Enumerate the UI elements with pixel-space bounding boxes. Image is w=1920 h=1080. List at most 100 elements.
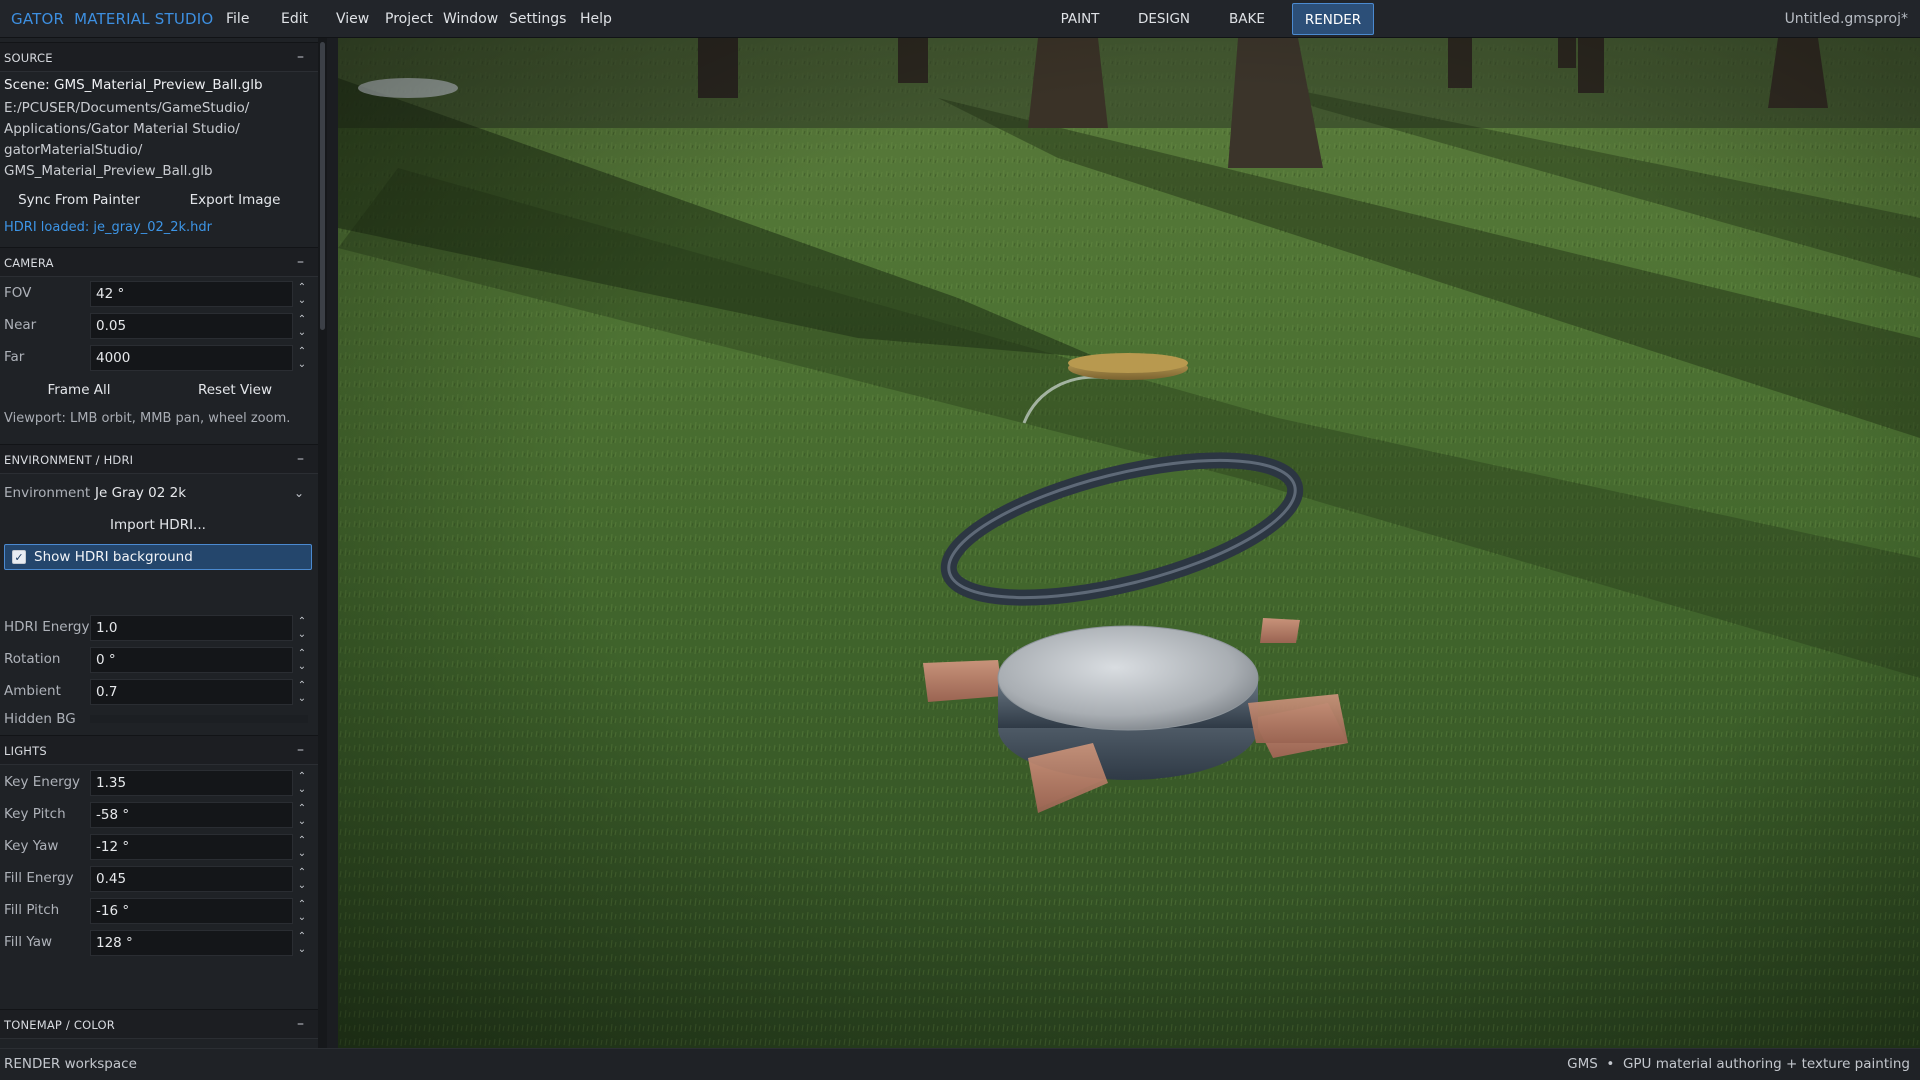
menu-view[interactable]: View (336, 0, 369, 38)
checkmark-icon[interactable]: ✓ (12, 550, 26, 564)
chevron-down-icon[interactable]: ⌄ (296, 692, 308, 705)
key-yaw-field[interactable] (90, 834, 293, 860)
hdri-status: HDRI loaded: je_gray_02_2k.hdr (4, 220, 213, 235)
viewport-render-image (338, 38, 1920, 1048)
chevron-up-icon[interactable]: ⌃ (296, 866, 308, 879)
lights-section-header[interactable]: LIGHTS – (0, 735, 318, 765)
collapse-icon[interactable]: – (297, 248, 304, 276)
rotation-spinner[interactable]: ⌃ ⌄ (296, 647, 308, 673)
export-image-button[interactable]: Export Image (160, 187, 310, 213)
environment-section-header[interactable]: ENVIRONMENT / HDRI – (0, 444, 318, 474)
key-pitch-field[interactable] (90, 802, 293, 828)
collapse-icon[interactable]: – (297, 43, 304, 71)
chevron-up-icon[interactable]: ⌃ (296, 898, 308, 911)
menu-window[interactable]: Window (443, 0, 498, 38)
render-viewport[interactable] (338, 38, 1920, 1048)
ambient-spinner[interactable]: ⌃ ⌄ (296, 679, 308, 705)
chevron-down-icon[interactable]: ⌄ (296, 847, 308, 860)
chevron-down-icon[interactable]: ⌄ (296, 943, 308, 956)
chevron-down-icon[interactable]: ⌄ (296, 783, 308, 796)
panel-scrollbar[interactable] (318, 38, 327, 1048)
chevron-down-icon: ⌄ (293, 486, 304, 500)
chevron-up-icon[interactable]: ⌃ (296, 615, 308, 628)
near-label: Near (4, 317, 37, 333)
camera-section-header[interactable]: CAMERA – (0, 247, 318, 277)
environment-dropdown[interactable]: Je Gray 02 2k ⌄ (90, 480, 308, 506)
frame-all-button[interactable]: Frame All (4, 377, 154, 403)
key-energy-spinner[interactable]: ⌃ ⌄ (296, 770, 308, 796)
chevron-down-icon[interactable]: ⌄ (296, 815, 308, 828)
reset-view-button[interactable]: Reset View (160, 377, 310, 403)
status-separator: • (1606, 1056, 1615, 1072)
tab-bake[interactable]: BAKE (1220, 3, 1274, 35)
panel-scrollbar-thumb[interactable] (320, 42, 325, 330)
chevron-up-icon[interactable]: ⌃ (296, 647, 308, 660)
collapse-icon[interactable]: – (297, 736, 304, 764)
chevron-down-icon[interactable]: ⌄ (296, 879, 308, 892)
source-section-header[interactable]: SOURCE – (0, 42, 318, 72)
document-title: Untitled.gmsproj* (1784, 11, 1908, 27)
chevron-up-icon[interactable]: ⌃ (296, 930, 308, 943)
rotation-field[interactable] (90, 647, 293, 673)
fill-energy-field[interactable] (90, 866, 293, 892)
menu-project[interactable]: Project (385, 0, 433, 38)
menu-settings[interactable]: Settings (509, 0, 566, 38)
status-workspace: RENDER workspace (4, 1056, 137, 1072)
chevron-up-icon[interactable]: ⌃ (296, 770, 308, 783)
near-spinner[interactable]: ⌃ ⌄ (296, 313, 308, 339)
sync-from-painter-button[interactable]: Sync From Painter (4, 187, 154, 213)
chevron-down-icon[interactable]: ⌄ (296, 358, 308, 371)
chevron-down-icon[interactable]: ⌄ (296, 660, 308, 673)
source-section-title: SOURCE (4, 51, 53, 65)
menu-help[interactable]: Help (580, 0, 612, 38)
menubar: GATOR MATERIAL STUDIO File Edit View Pro… (0, 0, 1920, 38)
key-yaw-spinner[interactable]: ⌃ ⌄ (296, 834, 308, 860)
chevron-up-icon[interactable]: ⌃ (296, 345, 308, 358)
tonemap-section-header[interactable]: TONEMAP / COLOR – (0, 1009, 318, 1039)
scene-path-line-2: Applications/Gator Material Studio/ (4, 121, 240, 137)
status-app-description: GPU material authoring + texture paintin… (1622, 1056, 1910, 1072)
chevron-up-icon[interactable]: ⌃ (296, 802, 308, 815)
menu-file[interactable]: File (226, 0, 249, 38)
panel-splitter[interactable] (327, 38, 338, 1048)
near-field[interactable] (90, 313, 293, 339)
chevron-down-icon[interactable]: ⌄ (296, 294, 308, 307)
collapse-icon[interactable]: – (297, 1010, 304, 1038)
tab-render[interactable]: RENDER (1292, 3, 1374, 35)
chevron-up-icon[interactable]: ⌃ (296, 281, 308, 294)
tab-design[interactable]: DESIGN (1132, 3, 1196, 35)
app-title-part2: MATERIAL STUDIO (74, 10, 214, 28)
lights-section-title: LIGHTS (4, 744, 47, 758)
fov-spinner[interactable]: ⌃ ⌄ (296, 281, 308, 307)
chevron-up-icon[interactable]: ⌃ (296, 679, 308, 692)
menu-edit[interactable]: Edit (281, 0, 308, 38)
show-hdri-background-toggle[interactable]: ✓ Show HDRI background (4, 544, 312, 570)
fill-energy-spinner[interactable]: ⌃ ⌄ (296, 866, 308, 892)
fill-pitch-spinner[interactable]: ⌃ ⌄ (296, 898, 308, 924)
chevron-down-icon[interactable]: ⌄ (296, 628, 308, 641)
fill-yaw-spinner[interactable]: ⌃ ⌄ (296, 930, 308, 956)
key-pitch-spinner[interactable]: ⌃ ⌄ (296, 802, 308, 828)
chevron-up-icon[interactable]: ⌃ (296, 834, 308, 847)
import-hdri-button[interactable]: Import HDRI... (4, 512, 312, 538)
ambient-field[interactable] (90, 679, 293, 705)
hdri-energy-spinner[interactable]: ⌃ ⌄ (296, 615, 308, 641)
chevron-down-icon[interactable]: ⌄ (296, 911, 308, 924)
collapse-icon[interactable]: – (297, 445, 304, 473)
statusbar: RENDER workspace GMS • GPU material auth… (0, 1048, 1920, 1080)
tab-paint[interactable]: PAINT (1050, 3, 1110, 35)
fill-yaw-field[interactable] (90, 930, 293, 956)
ambient-label: Ambient (4, 683, 61, 699)
viewport-hint: Viewport: LMB orbit, MMB pan, wheel zoom… (4, 411, 291, 426)
hdri-energy-field[interactable] (90, 615, 293, 641)
fill-pitch-field[interactable] (90, 898, 293, 924)
environment-section-title: ENVIRONMENT / HDRI (4, 453, 134, 467)
scene-path-line-3: gatorMaterialStudio/ (4, 142, 143, 158)
far-field[interactable] (90, 345, 293, 371)
fov-field[interactable] (90, 281, 293, 307)
far-spinner[interactable]: ⌃ ⌄ (296, 345, 308, 371)
chevron-up-icon[interactable]: ⌃ (296, 313, 308, 326)
chevron-down-icon[interactable]: ⌄ (296, 326, 308, 339)
hidden-bg-label: Hidden BG (4, 711, 76, 727)
key-energy-field[interactable] (90, 770, 293, 796)
